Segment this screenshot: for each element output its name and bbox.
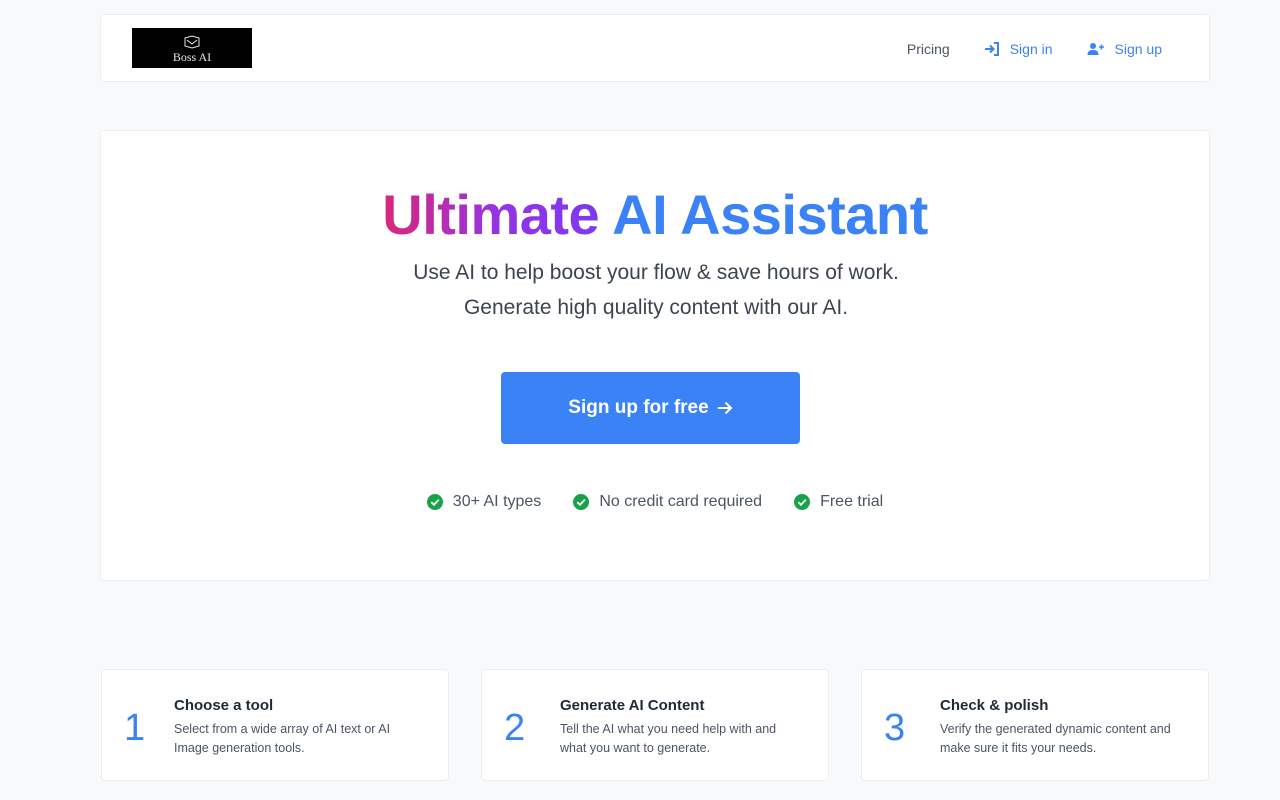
step-card: 3 Check & polish Verify the generated dy… (861, 669, 1209, 781)
logo-mark-icon (184, 34, 200, 49)
step-number: 2 (504, 707, 526, 749)
brand-logo[interactable]: Boss AI (132, 28, 252, 68)
feature-item: 30+ AI types (426, 493, 542, 511)
step-title: Choose a tool (174, 697, 274, 714)
feature-list: 30+ AI types No credit card required Fre… (101, 493, 1209, 511)
step-description: Verify the generated dynamic content and… (940, 722, 1171, 755)
sign-up-free-button[interactable]: Sign up for free (501, 372, 800, 444)
feature-label: No credit card required (599, 493, 763, 510)
sign-in-icon (984, 42, 999, 56)
step-number: 1 (124, 707, 146, 749)
feature-label: Free trial (820, 493, 884, 510)
arrow-right-icon (717, 401, 733, 415)
step-description: Select from a wide array of AI text or A… (174, 722, 391, 755)
step-description: Tell the AI what you need help with and … (560, 722, 777, 755)
feature-item: Free trial (794, 493, 883, 511)
logo-text: Boss AI (172, 49, 212, 64)
step-card: 1 Choose a tool Select from a wide array… (101, 669, 449, 781)
sign-up-label: Sign up (1114, 41, 1162, 57)
step-number: 3 (884, 707, 906, 749)
feature-label: 30+ AI types (452, 493, 542, 510)
hero-subtitle: Use AI to help boost your flow & save ho… (413, 261, 899, 319)
pricing-label: Pricing (906, 41, 950, 57)
navbar: Boss AI Pricing Sign in Sign up (100, 14, 1210, 82)
user-plus-icon (1087, 43, 1104, 55)
hero-title: Ultimate AI Assistant (101, 179, 1209, 251)
pricing-link[interactable]: Pricing (907, 41, 950, 57)
sign-in-label: Sign in (1009, 41, 1053, 57)
feature-item: No credit card required (573, 493, 762, 511)
hero-section: Ultimate AI Assistant Use AI to help boo… (100, 130, 1210, 581)
nav-links: Pricing Sign in Sign up (873, 15, 1162, 83)
sign-in-link[interactable]: Sign in (984, 41, 1053, 57)
steps-section: 1 Choose a tool Select from a wide array… (101, 669, 1209, 781)
hero-title-main: AI Assistant (612, 183, 928, 246)
check-circle-icon (426, 494, 443, 510)
step-card: 2 Generate AI Content Tell the AI what y… (481, 669, 829, 781)
cta-label: Sign up for free (568, 397, 709, 418)
hero-title-highlight: Ultimate (382, 183, 600, 246)
sign-up-link[interactable]: Sign up (1087, 41, 1162, 57)
check-circle-icon (794, 494, 811, 510)
step-title: Generate AI Content (560, 697, 705, 714)
step-title: Check & polish (940, 697, 1049, 714)
check-circle-icon (573, 494, 590, 510)
